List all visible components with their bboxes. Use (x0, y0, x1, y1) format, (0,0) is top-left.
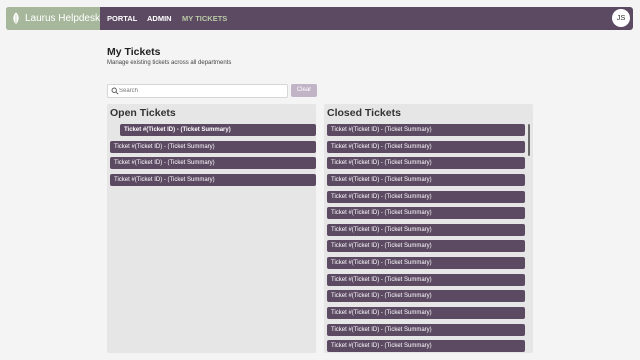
closed-tickets-panel: Closed Tickets Ticket #(Ticket ID) - (Ti… (324, 104, 533, 353)
open-ticket-item[interactable]: Ticket #(Ticket ID) - (Ticket Summary) (110, 173, 316, 186)
top-nav-bar: Laurus Helpdesk PORTAL ADMIN MY TICKETS … (6, 7, 633, 30)
closed-ticket-item[interactable]: Ticket #(Ticket ID) - (Ticket Summary) (327, 207, 525, 220)
page-subtitle: Manage existing tickets across all depar… (107, 60, 232, 66)
nav-admin[interactable]: ADMIN (147, 7, 172, 30)
leaf-icon (13, 12, 19, 25)
search-icon (111, 87, 119, 95)
closed-ticket-item[interactable]: Ticket #(Ticket ID) - (Ticket Summary) (327, 323, 525, 336)
closed-ticket-item[interactable]: Ticket #(Ticket ID) - (Ticket Summary) (327, 273, 525, 286)
nav-portal[interactable]: PORTAL (107, 7, 137, 30)
search-box (107, 84, 288, 98)
nav-my-tickets[interactable]: MY TICKETS (182, 7, 227, 30)
closed-ticket-item[interactable]: Ticket #(Ticket ID) - (Ticket Summary) (327, 257, 525, 270)
closed-ticket-item[interactable]: Ticket #(Ticket ID) - (Ticket Summary) (327, 173, 525, 186)
user-avatar[interactable]: JS (612, 9, 630, 27)
open-tickets-title: Open Tickets (110, 107, 176, 119)
closed-ticket-item[interactable]: Ticket #(Ticket ID) - (Ticket Summary) (327, 240, 525, 253)
brand-name: Laurus Helpdesk (24, 13, 100, 24)
open-tickets-list: ! Ticket #(Ticket ID) - (Ticket Summary)… (110, 124, 316, 191)
closed-ticket-item[interactable]: Ticket #(Ticket ID) - (Ticket Summary) (327, 140, 525, 153)
search-input[interactable] (119, 85, 284, 97)
closed-tickets-list: Ticket #(Ticket ID) - (Ticket Summary) T… (327, 124, 525, 353)
closed-ticket-item[interactable]: Ticket #(Ticket ID) - (Ticket Summary) (327, 190, 525, 203)
open-ticket-item[interactable]: Ticket #(Ticket ID) - (Ticket Summary) (110, 157, 316, 170)
page-title: My Tickets (107, 46, 161, 58)
clear-button[interactable]: Clear (291, 84, 317, 97)
open-ticket-item[interactable]: Ticket #(Ticket ID) - (Ticket Summary) (110, 140, 316, 153)
open-tickets-panel: Open Tickets ! Ticket #(Ticket ID) - (Ti… (107, 104, 316, 353)
closed-tickets-scrollbar[interactable] (528, 124, 530, 156)
closed-ticket-item[interactable]: Ticket #(Ticket ID) - (Ticket Summary) (327, 124, 525, 136)
open-ticket-item[interactable]: Ticket #(Ticket ID) - (Ticket Summary) (120, 124, 316, 136)
closed-ticket-item[interactable]: Ticket #(Ticket ID) - (Ticket Summary) (327, 223, 525, 236)
closed-ticket-item[interactable]: Ticket #(Ticket ID) - (Ticket Summary) (327, 290, 525, 303)
brand[interactable]: Laurus Helpdesk (6, 7, 100, 30)
open-ticket-row: ! Ticket #(Ticket ID) - (Ticket Summary) (110, 124, 316, 136)
closed-ticket-item[interactable]: Ticket #(Ticket ID) - (Ticket Summary) (327, 340, 525, 353)
closed-tickets-title: Closed Tickets (327, 107, 401, 119)
closed-ticket-item[interactable]: Ticket #(Ticket ID) - (Ticket Summary) (327, 307, 525, 320)
closed-ticket-item[interactable]: Ticket #(Ticket ID) - (Ticket Summary) (327, 157, 525, 170)
